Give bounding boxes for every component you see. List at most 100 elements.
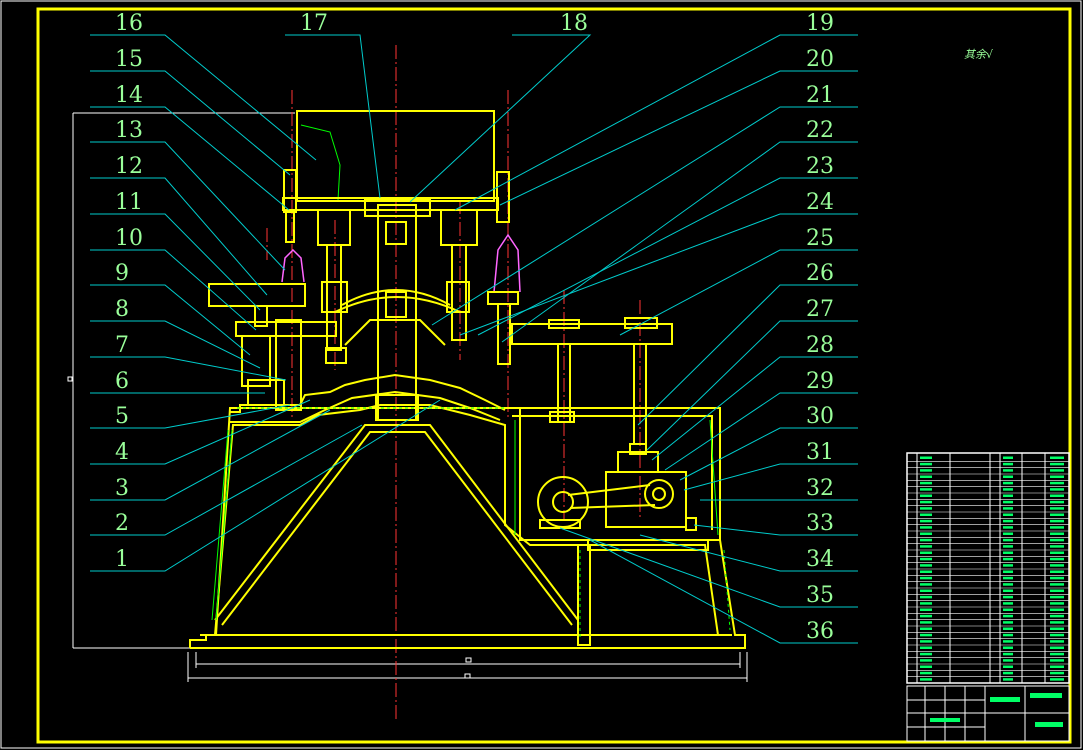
part-number: 12 [115, 154, 143, 179]
parts-list-entry-mark [920, 526, 932, 529]
parts-list-entry-mark [920, 570, 932, 573]
assembly-drawing: 16 17 18 19 15 14 13 12 11 10 9 8 7 6 5 … [0, 0, 1082, 749]
parts-list-entry-mark [920, 564, 932, 567]
parts-list-entry-mark [1050, 494, 1064, 497]
parts-list-entry-mark [1003, 507, 1013, 510]
parts-list-entry-mark [920, 456, 932, 459]
parts-list-entry-mark [1003, 551, 1013, 554]
part-number: 10 [115, 226, 143, 251]
parts-list-entry-mark [920, 545, 932, 548]
parts-list-entry-mark [1003, 633, 1013, 637]
parts-list-entry-mark [920, 481, 932, 485]
parts-list-entry-mark [1050, 507, 1064, 510]
part-number: 8 [115, 297, 129, 322]
parts-list-entry-mark [1003, 665, 1013, 668]
part-number: 16 [115, 11, 143, 36]
parts-list-entry-mark [1050, 481, 1064, 485]
parts-list-entry-mark [1003, 621, 1013, 624]
part-number: 26 [806, 261, 834, 286]
parts-list-entry-mark [1003, 519, 1013, 523]
parts-list-entry-mark [920, 621, 932, 624]
parts-list-entry-mark [1003, 646, 1013, 649]
parts-list-entry-mark [1003, 595, 1013, 599]
parts-list-entry-mark [920, 646, 932, 649]
leader-lines [90, 34, 858, 644]
parts-list-entry-mark [1003, 526, 1013, 529]
part-numbers-left: 15 14 13 12 11 10 9 8 7 6 5 4 3 2 1 [115, 47, 143, 572]
roughness-note: 其余√ [964, 48, 994, 61]
part-number: 7 [115, 333, 129, 358]
parts-list-entry-mark [1050, 564, 1064, 567]
parts-list-entry-mark [1050, 513, 1064, 516]
part-number: 30 [806, 404, 834, 429]
part-number: 11 [115, 190, 143, 215]
parts-list-entry-mark [1003, 488, 1013, 491]
parts-list-entry-mark [1003, 671, 1013, 675]
parts-list-entry-mark [920, 462, 932, 466]
parts-list-entry-mark [1003, 532, 1013, 535]
parts-list-entry-mark [1003, 570, 1013, 573]
parts-list-entry-mark [1003, 469, 1013, 472]
parts-list-entry-mark [1003, 659, 1013, 662]
parts-list-entry-mark [1050, 602, 1064, 605]
parts-list-entry-mark [920, 475, 932, 478]
parts-list-entry-mark [920, 494, 932, 497]
parts-list-entry-mark [920, 551, 932, 554]
parts-list-entry-mark [920, 583, 932, 586]
parts-list-entry-mark [1050, 551, 1064, 554]
part-number: 28 [806, 333, 834, 358]
parts-list-entry-mark [920, 500, 932, 504]
part-number: 25 [806, 226, 834, 251]
parts-list-entry-mark [1050, 557, 1064, 561]
parts-list-entry-mark [920, 507, 932, 510]
parts-list-entry-mark [1050, 488, 1064, 491]
parts-list-entry-mark [1050, 665, 1064, 668]
part-number: 32 [806, 476, 834, 501]
part-number: 33 [806, 511, 834, 536]
parts-list-entry-mark [1003, 576, 1013, 580]
parts-list-entry-mark [1003, 494, 1013, 497]
parts-list-entry-mark [1003, 538, 1013, 542]
cam-arm [511, 317, 673, 445]
parts-list-entry-mark [1003, 627, 1013, 630]
parts-list-entry-mark [920, 665, 932, 668]
parts-list-entry-mark [1050, 627, 1064, 630]
part-number: 20 [806, 47, 834, 72]
parts-list-entry-mark [1003, 583, 1013, 586]
parts-list-entry-mark [1050, 519, 1064, 523]
parts-list-entry-mark [920, 488, 932, 491]
parts-list-entry-mark [1050, 576, 1064, 580]
parts-list-entry-mark [1003, 608, 1013, 611]
part-number: 22 [806, 118, 834, 143]
parts-list-entry-mark [1003, 462, 1013, 466]
parts-list-entry-mark [1050, 456, 1064, 459]
parts-list-entry-mark [1050, 646, 1064, 649]
parts-list-entry-mark [1003, 652, 1013, 656]
left-handwheel-assembly [208, 169, 337, 411]
parts-list-entry-mark [920, 608, 932, 611]
parts-list-entry-mark [920, 557, 932, 561]
parts-list-entry-mark [1003, 678, 1013, 681]
parts-list-entry-mark [920, 538, 932, 542]
parts-list-entry-mark [1003, 513, 1013, 516]
parts-list-entry-mark [920, 678, 932, 681]
parts-list-entry-mark [920, 652, 932, 656]
parts-list-entry-mark [920, 602, 932, 605]
part-number: 6 [115, 369, 129, 394]
part-number: 34 [806, 547, 834, 572]
parts-list-entry-mark [1050, 678, 1064, 681]
part-number: 23 [806, 154, 834, 179]
parts-list-entry-mark [920, 595, 932, 599]
parts-list-entry-mark [920, 513, 932, 516]
parts-list-entry-mark [920, 659, 932, 662]
plungers [317, 209, 478, 364]
parts-list-entry-mark [1050, 469, 1064, 472]
parts-list-entry-mark [1003, 557, 1013, 561]
parts-list-entry-mark [1050, 608, 1064, 611]
parts-list-entry-mark [920, 469, 932, 472]
part-number: 15 [115, 47, 143, 72]
parts-list-entry-mark [920, 532, 932, 535]
parts-list-entry-mark [1050, 595, 1064, 599]
parts-list-entry-mark [1050, 621, 1064, 624]
parts-list-entry-mark [1003, 614, 1013, 618]
